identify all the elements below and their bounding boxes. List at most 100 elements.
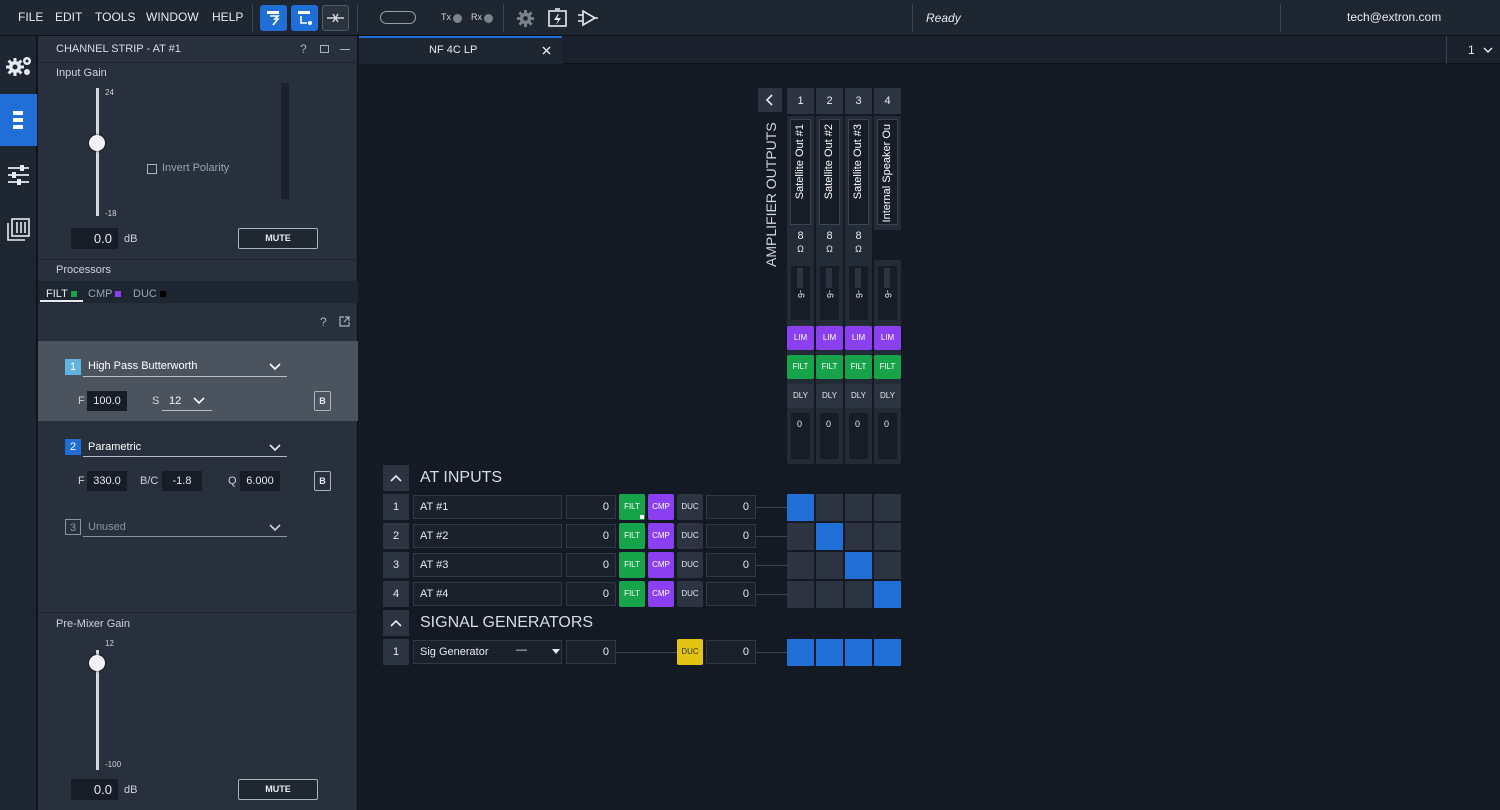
caret-down-icon[interactable]: [552, 649, 560, 654]
outputs-prev-button[interactable]: [758, 88, 782, 112]
crosspoint-3-4[interactable]: [874, 552, 901, 579]
input-3-filter[interactable]: FILT: [619, 552, 645, 578]
rail-item-channel-strip[interactable]: [0, 94, 37, 146]
input-2-filter[interactable]: FILT: [619, 523, 645, 549]
output-4-gain-fader[interactable]: -6: [878, 266, 897, 320]
filter-1-bypass-button[interactable]: B: [314, 391, 331, 411]
emulate-button[interactable]: [291, 5, 318, 31]
filter-3-type[interactable]: Unused: [88, 521, 126, 533]
menu-file[interactable]: FILE: [18, 10, 43, 24]
crosspoint-4-4[interactable]: [874, 581, 901, 608]
crosspoint-4-1[interactable]: [787, 581, 814, 608]
signal-generators-collapse-button[interactable]: [383, 610, 409, 636]
input-3-compressor[interactable]: CMP: [648, 552, 674, 578]
input-gain-value[interactable]: 0.0: [71, 228, 118, 249]
toggle-pill-icon[interactable]: [380, 11, 416, 24]
filter-1-type[interactable]: High Pass Butterworth: [88, 360, 197, 372]
crosspoint-3-2[interactable]: [816, 552, 843, 579]
document-tab[interactable]: NF 4C LP: [359, 36, 562, 64]
chevron-down-icon[interactable]: [193, 397, 205, 405]
output-3-name-box[interactable]: Satellite Out #3: [848, 119, 869, 225]
generator-crosspoint-1-2[interactable]: [816, 639, 843, 666]
input-1-ducker[interactable]: DUC: [677, 494, 703, 520]
chevron-down-icon[interactable]: [1483, 47, 1493, 54]
output-4-name-box[interactable]: Internal Speaker Ou: [877, 119, 898, 225]
output-2-gain-fader[interactable]: -6: [820, 266, 839, 320]
output-4-limiter[interactable]: LIM: [874, 326, 901, 350]
input-4-post-gain[interactable]: 0: [706, 582, 756, 606]
filter-2-type[interactable]: Parametric: [88, 441, 141, 453]
output-3-level-box[interactable]: 0: [849, 413, 868, 459]
crosspoint-4-3[interactable]: [845, 581, 872, 608]
input-1-compressor[interactable]: CMP: [648, 494, 674, 520]
generator-1-name[interactable]: Sig Generator: [413, 640, 562, 664]
crosspoint-1-3[interactable]: [845, 494, 872, 521]
crosspoint-2-1[interactable]: [787, 523, 814, 550]
filter-1-slope[interactable]: 12: [169, 395, 181, 407]
crosspoint-1-4[interactable]: [874, 494, 901, 521]
crosspoint-2-2[interactable]: [816, 523, 843, 550]
output-1-gain-fader[interactable]: -6: [791, 266, 810, 320]
output-2-delay[interactable]: DLY: [816, 384, 843, 408]
input-4-filter[interactable]: FILT: [619, 581, 645, 607]
output-2-level-box[interactable]: 0: [820, 413, 839, 459]
input-4-gain[interactable]: 0: [566, 582, 616, 606]
output-1-limiter[interactable]: LIM: [787, 326, 814, 350]
input-1-post-gain[interactable]: 0: [706, 495, 756, 519]
output-3-filter[interactable]: FILT: [845, 355, 872, 379]
filter-2-bypass-button[interactable]: B: [314, 471, 331, 491]
input-1-name[interactable]: AT #1: [413, 495, 562, 519]
input-3-ducker[interactable]: DUC: [677, 552, 703, 578]
rail-item-config[interactable]: [0, 40, 37, 92]
input-2-compressor[interactable]: CMP: [648, 523, 674, 549]
pre-mixer-mute-button[interactable]: MUTE: [238, 779, 318, 800]
filter-help-icon[interactable]: ?: [320, 315, 327, 329]
generator-1-gain[interactable]: 0: [566, 640, 616, 664]
crosspoint-3-3[interactable]: [845, 552, 872, 579]
close-icon[interactable]: [542, 46, 551, 55]
popout-icon[interactable]: [339, 316, 350, 327]
input-2-name[interactable]: AT #2: [413, 524, 562, 548]
input-2-gain[interactable]: 0: [566, 524, 616, 548]
input-4-name[interactable]: AT #4: [413, 582, 562, 606]
tab-duc[interactable]: DUC: [133, 286, 166, 300]
chevron-down-icon[interactable]: [269, 524, 281, 532]
menu-edit[interactable]: EDIT: [55, 10, 82, 24]
amplifier-icon[interactable]: [577, 8, 599, 28]
input-gain-fader[interactable]: [89, 134, 105, 151]
output-1-name-box[interactable]: Satellite Out #1: [790, 119, 811, 225]
output-3-delay[interactable]: DLY: [845, 384, 872, 408]
menu-tools[interactable]: TOOLS: [95, 10, 135, 24]
filter-1-row[interactable]: [38, 341, 358, 421]
pre-mixer-gain-value[interactable]: 0.0: [71, 779, 118, 800]
output-4-level-box[interactable]: 0: [878, 413, 897, 459]
output-3-number[interactable]: 3: [845, 88, 872, 114]
disconnect-button[interactable]: [322, 5, 349, 31]
crosspoint-4-2[interactable]: [816, 581, 843, 608]
output-2-number[interactable]: 2: [816, 88, 843, 114]
generator-1-mode[interactable]: —: [516, 644, 527, 656]
firmware-upload-icon[interactable]: [547, 7, 568, 29]
help-icon[interactable]: ?: [300, 42, 307, 56]
output-1-filter[interactable]: FILT: [787, 355, 814, 379]
input-3-post-gain[interactable]: 0: [706, 553, 756, 577]
crosspoint-3-1[interactable]: [787, 552, 814, 579]
rail-item-sliders[interactable]: [0, 149, 37, 201]
gear-icon[interactable]: [516, 9, 535, 28]
output-4-delay[interactable]: DLY: [874, 384, 901, 408]
input-3-name[interactable]: AT #3: [413, 553, 562, 577]
crosspoint-2-4[interactable]: [874, 523, 901, 550]
input-2-post-gain[interactable]: 0: [706, 524, 756, 548]
at-inputs-collapse-button[interactable]: [383, 465, 409, 491]
page-selector[interactable]: 1: [1468, 43, 1475, 57]
output-3-gain-fader[interactable]: -6: [849, 266, 868, 320]
output-1-number[interactable]: 1: [787, 88, 814, 114]
crosspoint-1-2[interactable]: [816, 494, 843, 521]
output-2-filter[interactable]: FILT: [816, 355, 843, 379]
input-mute-button[interactable]: MUTE: [238, 228, 318, 249]
tab-filt[interactable]: FILT: [46, 286, 77, 300]
generator-crosspoint-1-4[interactable]: [874, 639, 901, 666]
dock-icon[interactable]: [320, 45, 329, 53]
generator-crosspoint-1-3[interactable]: [845, 639, 872, 666]
filter-2-frequency[interactable]: 330.0: [87, 471, 127, 491]
